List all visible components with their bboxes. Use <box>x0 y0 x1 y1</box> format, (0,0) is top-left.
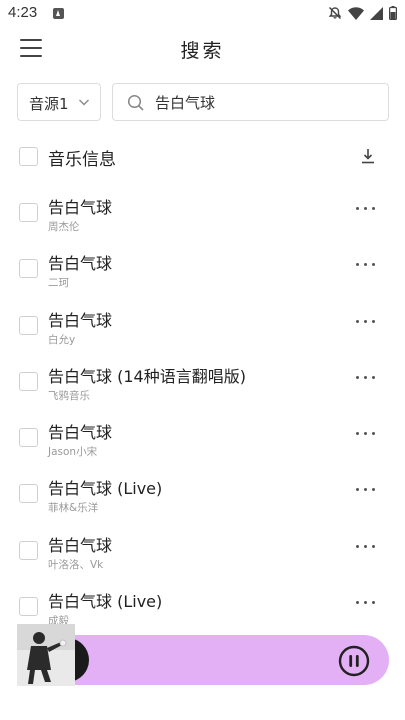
song-title: 告白气球 <box>48 254 113 274</box>
wifi-icon <box>348 6 364 20</box>
more-options-icon[interactable] <box>354 540 378 552</box>
status-icons <box>328 4 397 22</box>
song-row[interactable]: 告白气球 白允y <box>0 298 405 354</box>
song-artist: Jason小宋 <box>48 446 98 459</box>
song-row[interactable]: 告白气球 (Live) 菲林&乐洋 <box>0 466 405 522</box>
search-input[interactable] <box>155 90 375 114</box>
more-options-icon[interactable] <box>354 315 378 327</box>
song-checkbox[interactable] <box>19 428 38 448</box>
song-row[interactable]: 告白气球 叶洛洛、Vk <box>0 523 405 579</box>
list-header-title: 音乐信息 <box>48 150 116 170</box>
song-checkbox[interactable] <box>19 540 38 560</box>
status-bar: 4:23 <box>0 0 405 28</box>
song-row[interactable]: 告白气球 Jason小宋 <box>0 410 405 466</box>
page-title: 搜索 <box>180 40 225 62</box>
song-title: 告白气球 (Live) <box>48 592 163 612</box>
song-checkbox[interactable] <box>19 315 38 335</box>
song-row[interactable]: 告白气球 二珂 <box>0 241 405 297</box>
song-checkbox[interactable] <box>19 597 38 617</box>
more-options-icon[interactable] <box>354 202 378 214</box>
download-icon[interactable] <box>359 147 377 165</box>
battery-icon <box>389 6 397 20</box>
song-title: 告白气球 <box>48 423 113 443</box>
song-row[interactable]: 告白气球 周杰伦 <box>0 185 405 241</box>
more-options-icon[interactable] <box>354 371 378 383</box>
select-all-checkbox[interactable] <box>19 147 38 166</box>
source-select-label: 音源1 <box>29 95 69 113</box>
song-title: 告白气球 <box>48 310 113 330</box>
song-title: 告白气球 (14种语言翻唱版) <box>48 366 246 386</box>
search-icon <box>127 94 144 111</box>
song-artist: 周杰伦 <box>48 221 80 233</box>
song-checkbox[interactable] <box>19 259 38 279</box>
signal-icon <box>370 6 383 20</box>
song-artist: 飞鸦音乐 <box>48 389 90 402</box>
song-artist: 叶洛洛、Vk <box>48 558 104 571</box>
search-box[interactable] <box>112 83 389 121</box>
status-time: 4:23 <box>8 4 38 21</box>
more-options-icon[interactable] <box>354 258 378 270</box>
song-row[interactable]: 告白气球 (14种语言翻唱版) 飞鸦音乐 <box>0 354 405 410</box>
list-header: 音乐信息 <box>0 137 405 177</box>
chevron-down-icon <box>79 99 89 106</box>
album-cover[interactable] <box>17 624 89 686</box>
app-header: 搜索 <box>0 28 405 72</box>
more-options-icon[interactable] <box>354 596 378 608</box>
search-screen: 4:23 搜索 音源1 告白气球 音乐信息 告白气球 周杰伦 告白气球 二珂 告… <box>0 0 405 720</box>
song-title: 告白气球 (Live) <box>48 479 163 499</box>
song-title: 告白气球 <box>48 535 113 555</box>
song-title: 告白气球 <box>48 198 113 217</box>
source-select[interactable]: 音源1 <box>17 83 101 121</box>
song-list: 告白气球 周杰伦 告白气球 二珂 告白气球 白允y 告白气球 (14种语言翻唱版… <box>0 185 405 635</box>
pause-icon[interactable] <box>338 645 370 677</box>
song-checkbox[interactable] <box>19 203 38 222</box>
song-artist: 白允y <box>48 333 76 346</box>
song-checkbox[interactable] <box>19 371 38 391</box>
mute-icon <box>328 6 342 20</box>
song-artist: 二珂 <box>48 277 69 290</box>
more-options-icon[interactable] <box>354 483 378 495</box>
app-notification-icon <box>53 8 64 19</box>
song-artist: 菲林&乐洋 <box>48 502 99 515</box>
more-options-icon[interactable] <box>354 427 378 439</box>
song-checkbox[interactable] <box>19 484 38 504</box>
